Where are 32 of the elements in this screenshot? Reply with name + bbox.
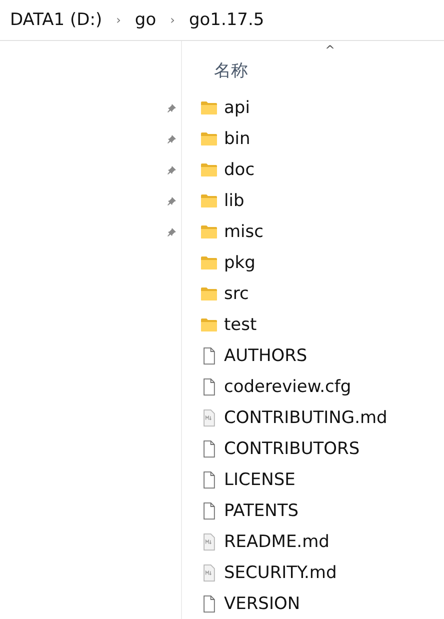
file-name[interactable]: SECURITY.md [224,562,337,582]
breadcrumb-item[interactable]: DATA1 (D:) [10,10,102,30]
folder-icon [200,98,218,116]
breadcrumb-separator[interactable]: › [170,13,175,27]
file-name[interactable]: codereview.cfg [224,376,352,396]
folder-icon [200,254,218,272]
folder-icon [200,284,218,302]
file-name[interactable]: AUTHORS [224,346,308,366]
file-name[interactable]: bin [224,128,250,148]
file-name[interactable]: lib [224,190,244,210]
folder-icon [200,316,218,334]
file-name[interactable]: src [224,284,249,304]
breadcrumb-item[interactable]: go [134,10,156,30]
sort-indicator: ^ [325,43,336,57]
file-name[interactable]: PATENTS [224,500,298,520]
folder-icon [200,160,218,178]
file-name[interactable]: misc [224,222,264,242]
file-name[interactable]: CONTRIBUTING.md [224,408,388,428]
folder-icon [200,192,218,210]
file-name[interactable]: doc [224,160,255,180]
file-name[interactable]: pkg [224,252,256,272]
file-name[interactable]: VERSION [224,594,300,614]
file-name[interactable]: test [224,314,257,334]
file-name[interactable]: README.md [224,532,330,552]
folder-icon [200,130,218,148]
file-name[interactable]: LICENSE [224,470,296,490]
breadcrumb-separator[interactable]: › [116,13,121,27]
folder-icon [200,222,218,240]
breadcrumb-item[interactable]: go1.17.5 [188,10,264,30]
column-header[interactable]: 名称 [214,59,248,92]
file-name[interactable]: CONTRIBUTORS [224,438,360,458]
file-name[interactable]: api [224,98,250,118]
